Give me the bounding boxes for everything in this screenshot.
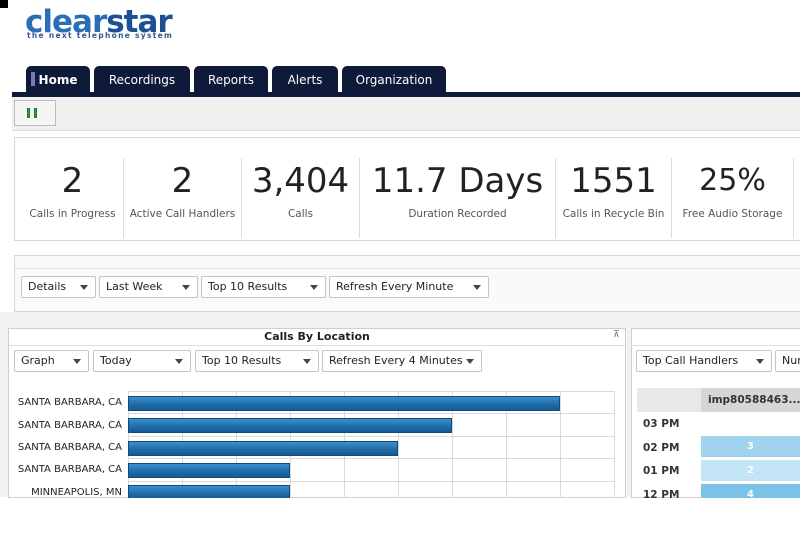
view-select[interactable]: Details — [21, 276, 96, 298]
view-select-value: Details — [28, 280, 67, 293]
chevron-down-icon — [473, 285, 481, 290]
period-select[interactable]: Last Week — [99, 276, 198, 298]
page-bottom — [0, 498, 800, 545]
grid-line-vertical — [614, 391, 615, 499]
grid-line-horizontal — [128, 435, 614, 437]
tab-alerts[interactable]: Alerts — [272, 66, 338, 92]
heatmap-cell[interactable]: 3 — [701, 436, 800, 457]
chart-bar[interactable] — [128, 462, 290, 478]
toolbar — [12, 97, 800, 131]
chevron-down-icon — [466, 359, 474, 364]
tab-home[interactable]: Home — [26, 66, 90, 92]
stat-free-audio-storage[interactable]: 25% Free Audio Storage — [672, 158, 794, 238]
stat-value: 1551 — [570, 161, 657, 201]
stat-value: 11.7 Days — [371, 161, 544, 201]
chevron-down-icon — [756, 359, 764, 364]
grid-line-horizontal — [128, 480, 614, 482]
period-select-value: Last Week — [106, 280, 163, 293]
location-period-select[interactable]: Today — [93, 350, 191, 372]
chart-bar[interactable] — [128, 395, 560, 411]
location-refresh-select[interactable]: Refresh Every 4 Minutes — [322, 350, 482, 372]
panel-title: Calls By Location — [264, 330, 370, 343]
stat-calls-in-recycle-bin[interactable]: 1551 Calls in Recycle Bin — [556, 158, 672, 238]
graph-select-value: Graph — [21, 354, 55, 367]
tab-alerts-label: Alerts — [287, 73, 323, 87]
heatmap-column-header[interactable]: imp80588463... — [701, 388, 800, 412]
tab-organization-label: Organization — [355, 73, 433, 87]
chevron-down-icon — [182, 285, 190, 290]
stat-label: Active Call Handlers — [129, 208, 236, 220]
category-label: SANTA BARBARA, CA — [17, 464, 122, 476]
corner-mark — [0, 0, 8, 8]
location-period-value: Today — [100, 354, 132, 367]
panel-header-divider — [9, 345, 625, 346]
pause-button[interactable] — [14, 100, 56, 126]
location-results-select[interactable]: Top 10 Results — [195, 350, 319, 372]
chart-bar[interactable] — [128, 440, 398, 456]
stat-active-call-handlers[interactable]: 2 Active Call Handlers — [124, 158, 242, 238]
stat-calls-in-progress[interactable]: 2 Calls in Progress — [22, 158, 124, 238]
refresh-select[interactable]: Refresh Every Minute — [329, 276, 489, 298]
tab-recordings-label: Recordings — [108, 73, 176, 87]
pause-icon-bar-right — [34, 108, 37, 118]
stat-label: Calls — [287, 208, 314, 220]
tab-reports[interactable]: Reports — [194, 66, 268, 92]
active-tab-marker — [31, 72, 35, 86]
stat-calls[interactable]: 3,404 Calls — [242, 158, 360, 238]
handlers-select[interactable]: Top Call Handlers — [636, 350, 772, 372]
stat-duration-recorded[interactable]: 11.7 Days Duration Recorded — [360, 158, 556, 238]
handlers-select-value: Top Call Handlers — [643, 354, 739, 367]
heatmap-row-label: 02 PM — [643, 442, 680, 454]
tab-reports-label: Reports — [207, 73, 255, 87]
category-label: SANTA BARBARA, CA — [17, 419, 122, 431]
stat-label: Calls in Recycle Bin — [562, 208, 665, 220]
stat-label: Duration Recorded — [408, 208, 507, 220]
grid-line-horizontal — [128, 458, 614, 460]
category-label: SANTA BARBARA, CA — [17, 442, 122, 453]
heatmap-cell[interactable]: 2 — [701, 460, 800, 481]
location-results-value: Top 10 Results — [202, 354, 282, 367]
stat-value: 2 — [61, 161, 84, 201]
results-select[interactable]: Top 10 Results — [201, 276, 326, 298]
grid-line-horizontal — [128, 391, 614, 392]
tab-home-label: Home — [38, 73, 78, 87]
graph-select[interactable]: Graph — [14, 350, 89, 372]
app-tagline: the next telephone system — [27, 31, 174, 40]
chevron-down-icon — [303, 359, 311, 364]
location-bar-chart — [128, 391, 615, 504]
chart-bar[interactable] — [128, 418, 452, 434]
heatmap-row-label: 03 PM — [643, 418, 680, 430]
chevron-down-icon — [175, 359, 183, 364]
category-label: MINNEAPOLIS, MN — [31, 486, 122, 498]
location-refresh-value: Refresh Every 4 Minutes — [329, 354, 463, 367]
handlers-metric-value: Num — [782, 354, 800, 367]
stat-value: 25% — [699, 163, 766, 198]
heatmap-row-label: 01 PM — [643, 465, 680, 477]
grid-line-horizontal — [128, 413, 614, 415]
chevron-down-icon — [73, 359, 81, 364]
chevron-down-icon — [80, 285, 88, 290]
grid-line-vertical — [560, 391, 561, 499]
results-select-value: Top 10 Results — [208, 280, 288, 293]
tab-recordings[interactable]: Recordings — [94, 66, 190, 92]
chevron-down-icon — [310, 285, 318, 290]
handlers-metric-select[interactable]: Num — [775, 350, 800, 372]
category-label: SANTA BARBARA, CA — [17, 397, 122, 409]
stat-value: 2 — [171, 161, 194, 201]
pause-icon-bar-left — [27, 108, 30, 118]
filter-panel-divider — [15, 268, 800, 269]
panel-header-divider — [632, 345, 800, 346]
tab-organization[interactable]: Organization — [342, 66, 446, 92]
stat-label: Free Audio Storage — [682, 208, 783, 220]
collapse-icon[interactable]: ⊼ — [613, 330, 620, 340]
stat-value: 3,404 — [251, 161, 350, 201]
stat-label: Calls in Progress — [29, 208, 116, 220]
refresh-select-value: Refresh Every Minute — [336, 280, 454, 293]
